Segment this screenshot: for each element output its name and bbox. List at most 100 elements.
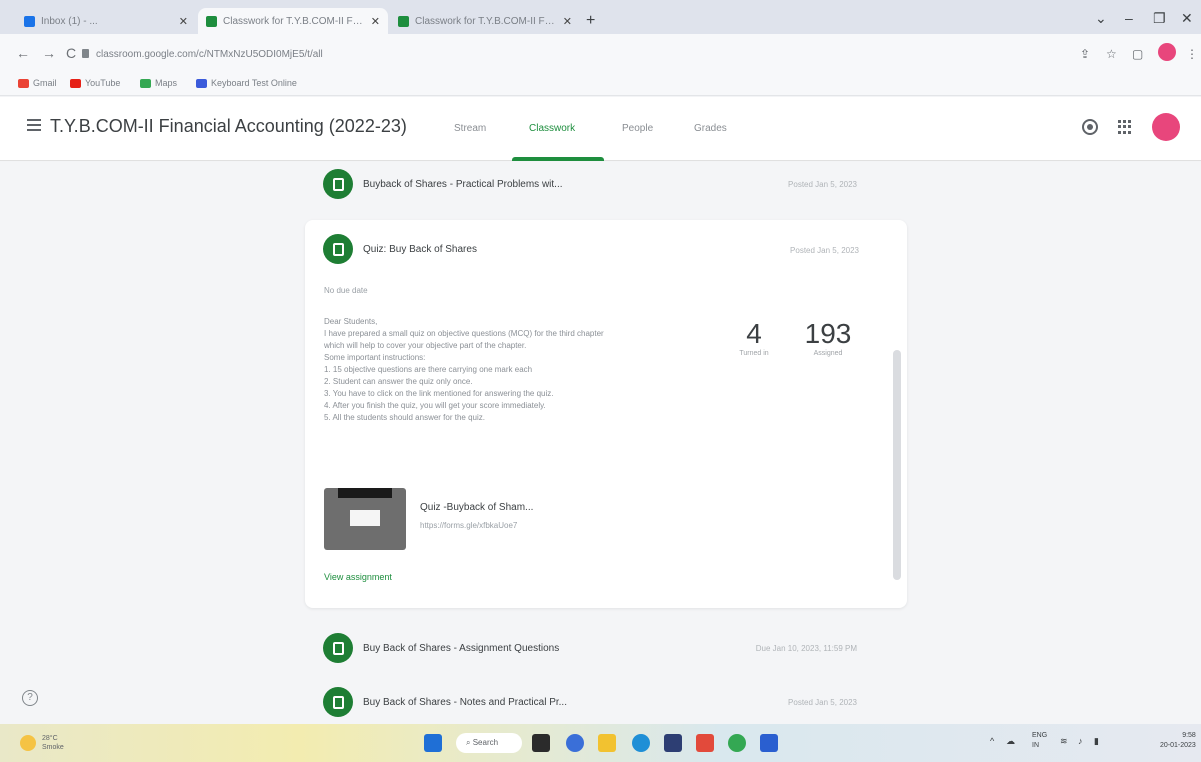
- chevron-up-icon[interactable]: ^: [990, 736, 994, 746]
- weather-sun-icon: [20, 735, 36, 751]
- windows-start-icon[interactable]: [424, 734, 442, 752]
- office-icon[interactable]: [696, 734, 714, 752]
- list-item[interactable]: Buyback of Shares - Practical Problems w…: [305, 162, 905, 206]
- bookmark-gmail[interactable]: Gmail: [18, 78, 57, 88]
- classwork-list: Buyback of Shares - Practical Problems w…: [0, 162, 1201, 724]
- bookmark-youtube[interactable]: YouTube: [70, 78, 120, 88]
- browser-profile-avatar[interactable]: [1158, 43, 1176, 61]
- scrollbar-thumb[interactable]: [893, 350, 901, 580]
- file-explorer-icon[interactable]: [598, 734, 616, 752]
- store-icon[interactable]: [664, 734, 682, 752]
- item-title: Buy Back of Shares - Assignment Question…: [363, 642, 560, 654]
- youtube-icon: [70, 78, 81, 88]
- course-title[interactable]: T.Y.B.COM-II Financial Accounting (2022-…: [50, 116, 407, 137]
- assignment-description: Dear Students, I have prepared a small q…: [324, 316, 714, 424]
- weather-temp: 28°C: [42, 735, 58, 742]
- tab-people[interactable]: People: [622, 123, 653, 134]
- attachment-thumbnail: [324, 488, 406, 550]
- help-icon[interactable]: ?: [22, 690, 38, 706]
- reload-button[interactable]: C: [66, 45, 76, 61]
- bookmark-keyboard-test[interactable]: Keyboard Test Online: [196, 78, 297, 88]
- wifi-icon[interactable]: ≋: [1060, 736, 1068, 747]
- bookmark-maps[interactable]: Maps: [140, 78, 177, 88]
- share-icon[interactable]: ⇪: [1080, 47, 1090, 61]
- menu-icon[interactable]: [27, 119, 41, 131]
- clock-time: 9:58: [1182, 732, 1196, 739]
- restore-button[interactable]: ❐: [1153, 10, 1166, 27]
- classroom-icon: [398, 15, 409, 27]
- lock-icon: [82, 49, 89, 58]
- weather-widget[interactable]: 28°C Smoke: [20, 734, 64, 752]
- language-label: ENG: [1032, 732, 1048, 739]
- tab-title: Classwork for T.Y.B.COM-II Finan...: [415, 15, 557, 27]
- description-line: 1. 15 objective questions are there carr…: [324, 365, 533, 374]
- material-icon: [323, 687, 353, 717]
- bookmarks-bar: Gmail YouTube Maps Keyboard Test Online: [0, 74, 1201, 96]
- clock-date: 20-01-2023: [1160, 742, 1196, 749]
- address-bar-row: ← → C classroom.google.com/c/NTMxNzU5ODI…: [0, 34, 1201, 74]
- taskbar-search[interactable]: ⌕ Search: [456, 733, 522, 753]
- list-item[interactable]: Buy Back of Shares - Assignment Question…: [305, 626, 905, 670]
- description-line: 4. After you finish the quiz, you will g…: [324, 401, 546, 410]
- system-clock[interactable]: 9:58 20-01-2023: [1160, 731, 1196, 751]
- tab-grades[interactable]: Grades: [694, 123, 727, 134]
- back-button[interactable]: ←: [16, 45, 30, 61]
- keyboard-icon: [196, 78, 207, 88]
- star-icon[interactable]: ☆: [1106, 47, 1117, 61]
- tab-classwork[interactable]: Classwork: [529, 123, 575, 134]
- description-line: 2. Student can answer the quiz only once…: [324, 377, 473, 386]
- assigned-stat[interactable]: 193 Assigned: [793, 318, 863, 357]
- apps-grid-icon[interactable]: [1118, 120, 1132, 134]
- active-tab-indicator: [512, 157, 604, 161]
- language-indicator[interactable]: ENG IN: [1032, 731, 1047, 751]
- gear-icon[interactable]: [1082, 119, 1098, 135]
- more-icon[interactable]: ⋮: [1186, 47, 1198, 61]
- turned-in-stat[interactable]: 4 Turned in: [719, 318, 789, 357]
- new-tab-button[interactable]: +: [586, 12, 595, 30]
- browser-tab-classwork-2[interactable]: Classwork for T.Y.B.COM-II Finan... ✕: [390, 8, 580, 34]
- assigned-count: 193: [804, 318, 852, 349]
- onedrive-icon[interactable]: ☁: [1006, 736, 1015, 747]
- forward-button[interactable]: →: [42, 45, 56, 61]
- close-icon[interactable]: ✕: [563, 15, 572, 28]
- description-line: I have prepared a small quiz on objectiv…: [324, 329, 604, 338]
- minimize-button[interactable]: –: [1125, 10, 1133, 26]
- word-icon[interactable]: [760, 734, 778, 752]
- assignment-icon: [323, 633, 353, 663]
- browser-tab-strip: Inbox (1) - ... ✕ Classwork for T.Y.B.CO…: [0, 0, 1201, 34]
- card-header[interactable]: Quiz: Buy Back of Shares Posted Jan 5, 2…: [305, 220, 907, 280]
- description-line: Dear Students,: [324, 317, 378, 326]
- description-line: 5. All the students should answer for th…: [324, 413, 485, 422]
- edge-icon[interactable]: [632, 734, 650, 752]
- item-title: Buy Back of Shares - Notes and Practical…: [363, 696, 567, 708]
- chat-icon[interactable]: [566, 734, 584, 752]
- close-icon[interactable]: ✕: [179, 15, 188, 28]
- description-line: Some important instructions:: [324, 353, 426, 362]
- bookmark-label: YouTube: [85, 78, 121, 88]
- attachment-url: https://forms.gle/xfbkaUoe7: [420, 521, 518, 530]
- battery-icon[interactable]: ▮: [1094, 736, 1099, 747]
- volume-icon[interactable]: ♪: [1078, 736, 1083, 746]
- task-view-icon[interactable]: [532, 734, 550, 752]
- tab-stream[interactable]: Stream: [454, 123, 486, 134]
- close-window-button[interactable]: ✕: [1181, 10, 1193, 27]
- close-icon[interactable]: ✕: [371, 15, 380, 28]
- attachment-card[interactable]: Quiz -Buyback of Sham... https://forms.g…: [324, 488, 564, 550]
- avatar[interactable]: [1152, 113, 1180, 141]
- tab-title: Inbox (1) - ...: [41, 15, 98, 27]
- description-line: 3. You have to click on the link mention…: [324, 389, 554, 398]
- item-date: Posted Jan 5, 2023: [788, 697, 857, 707]
- assignment-icon: [323, 169, 353, 199]
- chevron-down-icon[interactable]: ⌄: [1095, 10, 1107, 27]
- list-item[interactable]: Buy Back of Shares - Notes and Practical…: [305, 680, 905, 724]
- outlook-icon: [24, 15, 35, 27]
- view-assignment-link[interactable]: View assignment: [324, 572, 392, 582]
- chrome-icon[interactable]: [728, 734, 746, 752]
- url-field[interactable]: classroom.google.com/c/NTMxNzU5ODI0MjE5/…: [96, 49, 323, 60]
- classroom-header: T.Y.B.COM-II Financial Accounting (2022-…: [0, 97, 1201, 161]
- bookmark-label: Keyboard Test Online: [211, 78, 297, 88]
- description-line: which will help to cover your objective …: [324, 341, 527, 350]
- browser-tab-classwork-1[interactable]: Classwork for T.Y.B.COM-II Fina... ✕: [198, 8, 388, 34]
- sidebar-icon[interactable]: ▢: [1132, 47, 1143, 61]
- browser-tab-inbox[interactable]: Inbox (1) - ... ✕: [16, 8, 196, 34]
